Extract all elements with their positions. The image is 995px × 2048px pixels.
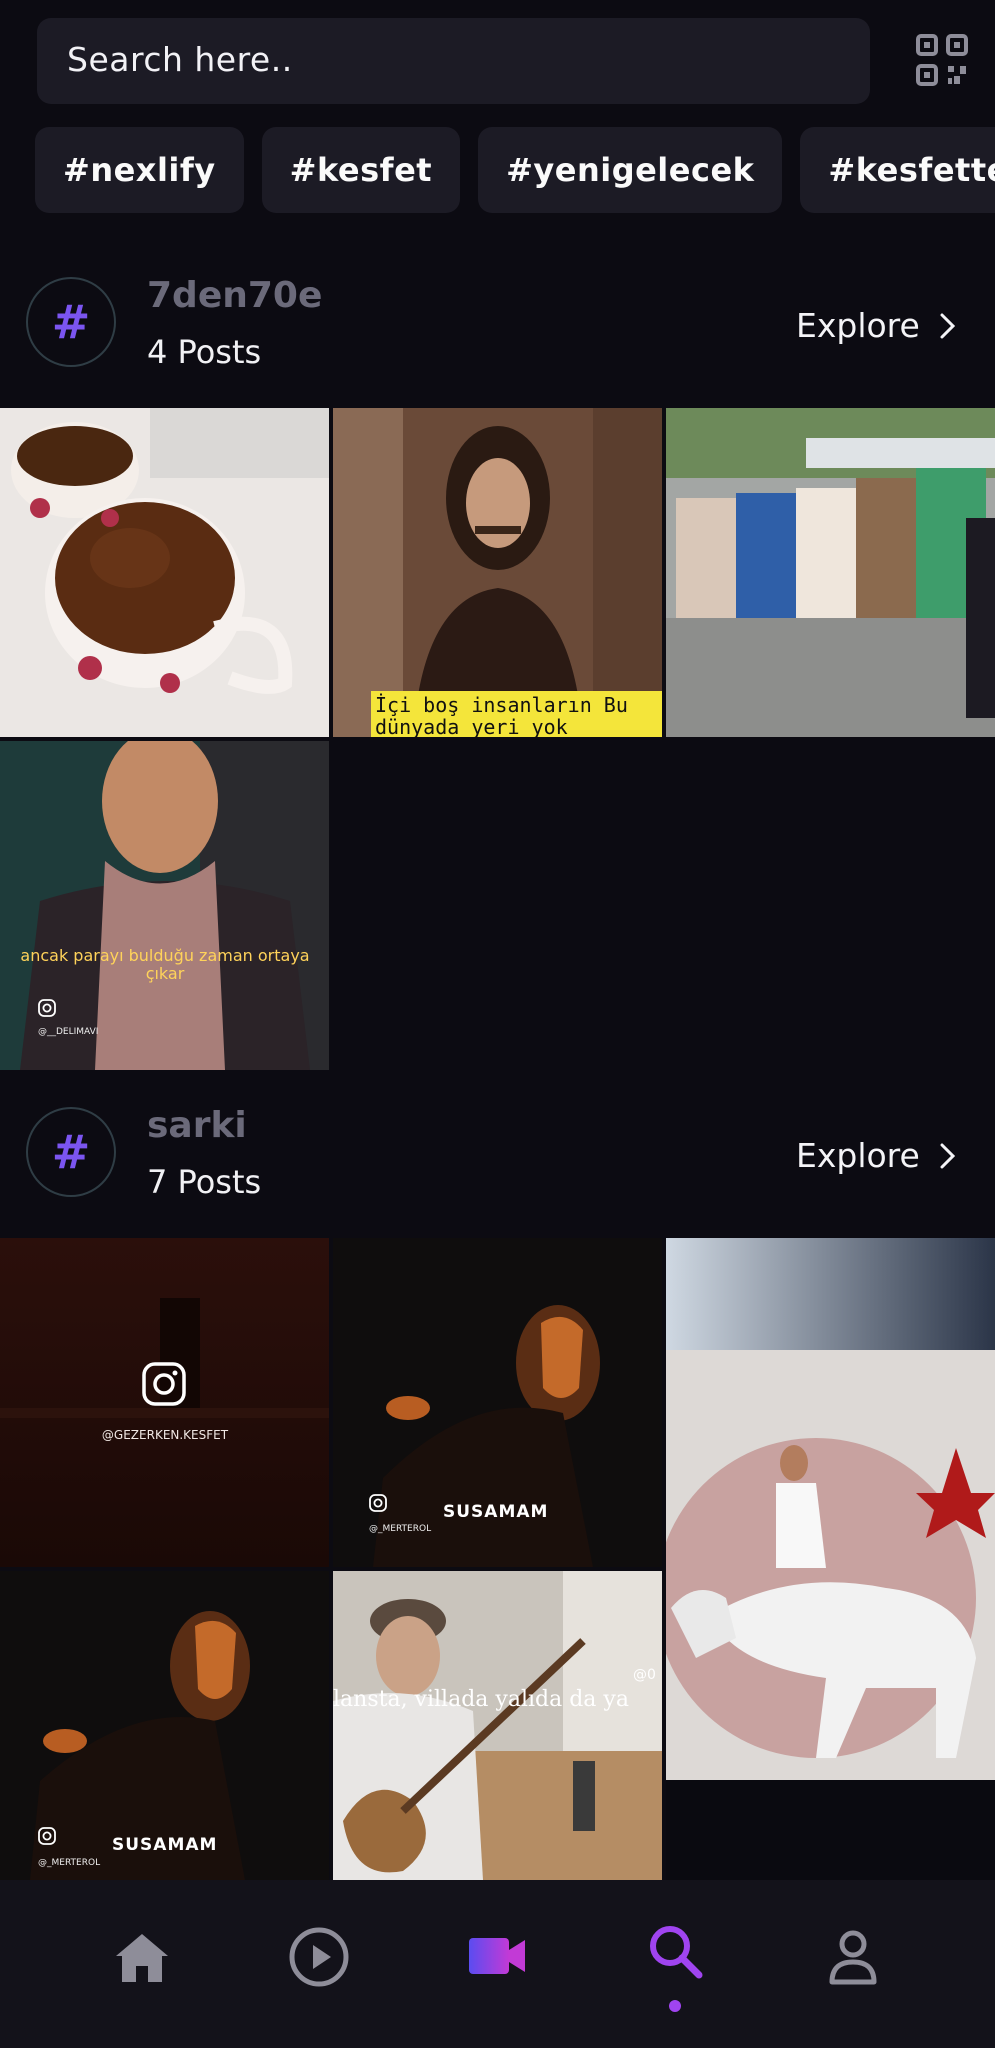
profile-icon[interactable] <box>828 1928 878 1986</box>
instagram-icon <box>369 1494 387 1512</box>
chevron-right-icon <box>940 1143 955 1168</box>
post-thumbnail[interactable]: @GEZERKEN.KESFET <box>0 1238 329 1567</box>
play-circle-icon[interactable] <box>288 1926 350 1988</box>
explore-link[interactable]: Explore <box>796 306 960 345</box>
instagram-icon <box>142 1362 186 1406</box>
active-indicator-dot <box>669 2000 681 2012</box>
post-handle: @0 <box>633 1667 656 1683</box>
saz-player-image <box>333 1571 662 1880</box>
post-caption: İçi boş insanların Bu dünyada yeri yok <box>375 693 628 737</box>
post-thumbnail[interactable]: lansta, villada yalıda da ya @0 <box>333 1571 662 1880</box>
post-count: 4 Posts <box>147 333 262 371</box>
post-caption: SUSAMAM <box>443 1502 549 1522</box>
qr-code-icon[interactable] <box>916 34 968 86</box>
explore-link[interactable]: Explore <box>796 1136 960 1175</box>
post-count: 7 Posts <box>147 1163 262 1201</box>
hashtag-chip[interactable]: #yenigelecek <box>478 127 783 213</box>
horse-rider-image <box>666 1238 995 1880</box>
post-caption: SUSAMAM <box>112 1835 218 1855</box>
home-icon[interactable] <box>112 1930 172 1986</box>
post-thumbnail[interactable] <box>666 408 995 737</box>
post-caption: lansta, villada yalıda da ya <box>333 1687 629 1712</box>
post-handle: @_MERTEROL <box>38 1858 101 1868</box>
hashtag-chip[interactable]: #kesfetteyiz <box>800 127 995 213</box>
video-camera-icon[interactable] <box>469 1936 527 1976</box>
explore-label: Explore <box>796 306 920 345</box>
post-handle: @__DELIMAVI <box>38 1027 99 1037</box>
search-icon[interactable] <box>646 1922 704 1980</box>
post-handle: @GEZERKEN.KESFET <box>101 1428 229 1442</box>
hashtag-icon: # <box>26 1107 116 1197</box>
hashtag-icon: # <box>26 277 116 367</box>
instagram-icon <box>38 1827 56 1845</box>
post-thumbnail[interactable] <box>0 408 329 737</box>
wooden-houses-image <box>666 408 995 737</box>
hashtag-chip[interactable]: #nexlify <box>35 127 244 213</box>
post-thumbnail[interactable]: ancak parayı bulduğu zaman ortaya çıkar … <box>0 741 329 1070</box>
instagram-icon <box>38 999 56 1017</box>
post-thumbnail[interactable]: SUSAMAM @_MERTEROL <box>0 1571 329 1880</box>
hashtag-chip[interactable]: #kesfet <box>261 127 461 213</box>
post-thumbnail[interactable] <box>666 1238 995 1880</box>
section-title[interactable]: 7den70e <box>147 275 322 316</box>
post-thumbnail[interactable]: İçi boş insanların Bu dünyada yeri yok <box>333 408 662 737</box>
search-placeholder: Search here.. <box>67 40 293 79</box>
bottom-nav <box>0 1880 995 2048</box>
post-thumbnail[interactable]: SUSAMAM @_MERTEROL <box>333 1238 662 1567</box>
long-hair-man-image <box>333 408 662 737</box>
search-input[interactable]: Search here.. <box>37 18 870 104</box>
post-caption: ancak parayı bulduğu zaman ortaya çıkar <box>20 946 310 983</box>
coffee-cups-image <box>0 408 329 737</box>
hashtag-row: #nexlify#kesfet#yenigelecek#kesfetteyiz <box>35 127 995 213</box>
chevron-right-icon <box>940 313 955 338</box>
scarf-man-image <box>0 741 329 1070</box>
explore-label: Explore <box>796 1136 920 1175</box>
post-handle: @_MERTEROL <box>369 1524 432 1534</box>
section-title[interactable]: sarki <box>147 1105 247 1146</box>
